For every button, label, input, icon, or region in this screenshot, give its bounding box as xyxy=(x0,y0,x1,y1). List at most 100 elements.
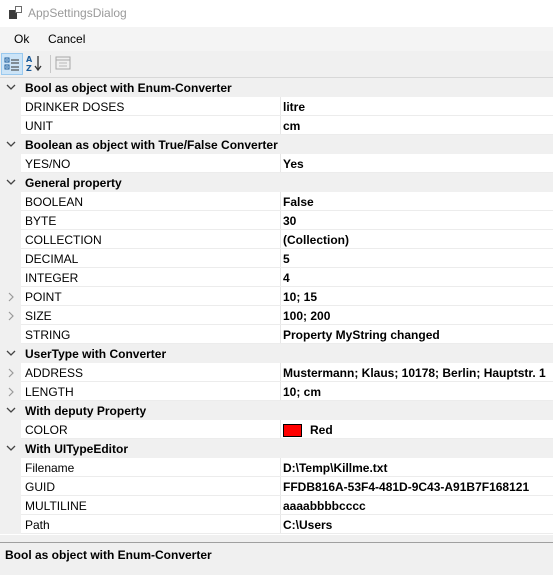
app-icon xyxy=(9,6,22,19)
column-divider[interactable] xyxy=(280,116,281,135)
property-row[interactable]: POINT 10; 15 xyxy=(0,287,553,306)
property-name: COLOR xyxy=(25,423,68,437)
ok-menu-item[interactable]: Ok xyxy=(14,32,29,46)
category-row[interactable]: Boolean as object with True/False Conver… xyxy=(0,135,553,154)
property-name: BOOLEAN xyxy=(25,195,84,209)
chevron-right-icon[interactable] xyxy=(6,291,16,302)
category-row[interactable]: UserType with Converter xyxy=(0,344,553,363)
category-label: UserType with Converter xyxy=(25,347,167,361)
column-divider[interactable] xyxy=(280,458,281,477)
categorized-view-icon xyxy=(4,57,19,71)
property-name: UNIT xyxy=(25,119,53,133)
column-divider[interactable] xyxy=(280,154,281,173)
row-margin xyxy=(0,116,21,135)
property-value[interactable]: aaaabbbbcccc xyxy=(283,499,366,513)
property-row[interactable]: YES/NO Yes xyxy=(0,154,553,173)
property-row[interactable]: LENGTH 10; cm xyxy=(0,382,553,401)
cancel-menu-item[interactable]: Cancel xyxy=(48,32,85,46)
column-divider[interactable] xyxy=(280,363,281,382)
property-name: MULTILINE xyxy=(25,499,87,513)
chevron-down-icon[interactable] xyxy=(5,81,17,93)
category-row[interactable]: General property xyxy=(0,173,553,192)
chevron-down-icon[interactable] xyxy=(5,404,17,416)
property-value[interactable]: Yes xyxy=(283,157,304,171)
property-row[interactable]: UNIT cm xyxy=(0,116,553,135)
column-divider[interactable] xyxy=(280,515,281,534)
categorized-button[interactable] xyxy=(1,53,23,75)
property-row[interactable]: COLOR Red xyxy=(0,420,553,439)
property-name: STRING xyxy=(25,328,71,342)
title-bar: AppSettingsDialog xyxy=(0,0,553,27)
chevron-right-icon[interactable] xyxy=(6,367,16,378)
property-value[interactable]: False xyxy=(283,195,314,209)
property-value[interactable]: 30 xyxy=(283,214,296,228)
property-value[interactable]: Mustermann; Klaus; 10178; Berlin; Haupts… xyxy=(283,366,546,380)
category-label: Boolean as object with True/False Conver… xyxy=(25,138,278,152)
property-row[interactable]: GUID FFDB816A-53F4-481D-9C43-A91B7F168121 xyxy=(0,477,553,496)
property-value[interactable]: D:\Temp\Killme.txt xyxy=(283,461,387,475)
column-divider[interactable] xyxy=(280,496,281,515)
property-row[interactable]: STRING Property MyString changed xyxy=(0,325,553,344)
color-swatch xyxy=(283,424,302,437)
toolbar: A Z xyxy=(0,51,553,78)
property-row[interactable]: SIZE 100; 200 xyxy=(0,306,553,325)
property-value[interactable]: 4 xyxy=(283,271,290,285)
property-value[interactable]: cm xyxy=(283,119,300,133)
property-row[interactable]: MULTILINE aaaabbbbcccc xyxy=(0,496,553,515)
row-separator xyxy=(21,533,553,534)
property-row[interactable]: ADDRESS Mustermann; Klaus; 10178; Berlin;… xyxy=(0,363,553,382)
property-value[interactable]: Property MyString changed xyxy=(283,328,440,342)
property-pages-button[interactable] xyxy=(53,53,75,75)
property-row[interactable]: DECIMAL 5 xyxy=(0,249,553,268)
property-row[interactable]: BOOLEAN False xyxy=(0,192,553,211)
property-name: LENGTH xyxy=(25,385,74,399)
property-value[interactable]: 5 xyxy=(283,252,290,266)
grid-empty-area xyxy=(0,535,553,542)
property-value[interactable]: Red xyxy=(283,423,333,437)
category-row[interactable]: With UITypeEditor xyxy=(0,439,553,458)
property-row[interactable]: DRINKER DOSES litre xyxy=(0,97,553,116)
property-grid: Bool as object with Enum-Converter DRINKE… xyxy=(0,78,553,534)
property-row[interactable]: Path C:\Users xyxy=(0,515,553,534)
chevron-right-icon[interactable] xyxy=(6,386,16,397)
property-value[interactable]: (Collection) xyxy=(283,233,349,247)
column-divider[interactable] xyxy=(280,477,281,496)
column-divider[interactable] xyxy=(280,325,281,344)
category-row[interactable]: Bool as object with Enum-Converter xyxy=(0,78,553,97)
column-divider[interactable] xyxy=(280,192,281,211)
property-row[interactable]: INTEGER 4 xyxy=(0,268,553,287)
column-divider[interactable] xyxy=(280,268,281,287)
property-name: ADDRESS xyxy=(25,366,84,380)
chevron-down-icon[interactable] xyxy=(5,138,17,150)
property-row[interactable]: Filename D:\Temp\Killme.txt xyxy=(0,458,553,477)
alphabetical-button[interactable]: A Z xyxy=(24,53,46,75)
chevron-down-icon[interactable] xyxy=(5,176,17,188)
property-row[interactable]: BYTE 30 xyxy=(0,211,553,230)
row-margin xyxy=(0,458,21,477)
property-value[interactable]: 10; 15 xyxy=(283,290,317,304)
description-pane: Bool as object with Enum-Converter xyxy=(0,542,553,575)
alphabetical-sort-icon: A Z xyxy=(26,55,42,73)
column-divider[interactable] xyxy=(280,97,281,116)
category-row[interactable]: With deputy Property xyxy=(0,401,553,420)
property-value[interactable]: 10; cm xyxy=(283,385,321,399)
column-divider[interactable] xyxy=(280,287,281,306)
category-label: General property xyxy=(25,176,122,190)
property-value[interactable]: litre xyxy=(283,100,305,114)
column-divider[interactable] xyxy=(280,230,281,249)
chevron-down-icon[interactable] xyxy=(5,347,17,359)
row-margin xyxy=(0,496,21,515)
property-value-text: Red xyxy=(310,423,333,437)
property-value[interactable]: C:\Users xyxy=(283,518,332,532)
chevron-right-icon[interactable] xyxy=(6,310,16,321)
column-divider[interactable] xyxy=(280,420,281,439)
column-divider[interactable] xyxy=(280,306,281,325)
property-value[interactable]: 100; 200 xyxy=(283,309,330,323)
property-row[interactable]: COLLECTION (Collection) xyxy=(0,230,553,249)
column-divider[interactable] xyxy=(280,211,281,230)
column-divider[interactable] xyxy=(280,382,281,401)
property-name: GUID xyxy=(25,480,55,494)
chevron-down-icon[interactable] xyxy=(5,442,17,454)
column-divider[interactable] xyxy=(280,249,281,268)
property-value[interactable]: FFDB816A-53F4-481D-9C43-A91B7F168121 xyxy=(283,480,529,494)
